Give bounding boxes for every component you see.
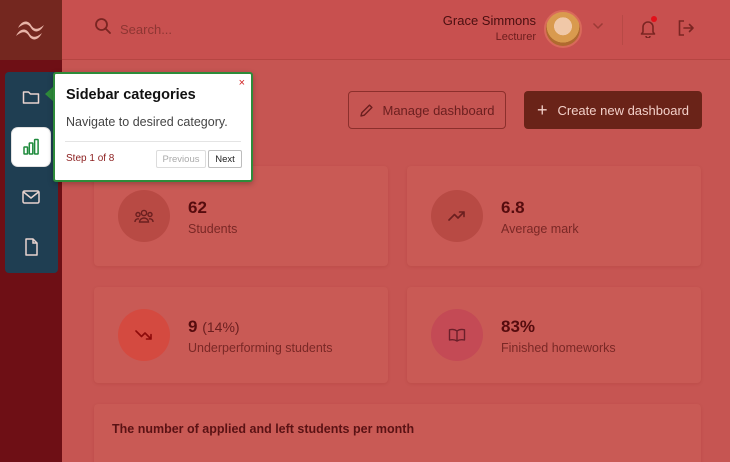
stat-icon-bg	[118, 190, 170, 242]
search-input[interactable]	[120, 18, 320, 40]
close-icon[interactable]: ×	[239, 77, 245, 89]
manage-dashboard-label: Manage dashboard	[382, 102, 495, 118]
pencil-icon	[360, 103, 374, 117]
stat-card-underperforming: 9 (14%) Underperforming students	[94, 287, 388, 383]
sidebar-nav	[5, 72, 58, 273]
user-role: Lecturer	[495, 31, 536, 43]
stat-value: 6.8	[501, 198, 525, 217]
stat-label: Finished homeworks	[501, 341, 616, 355]
plus-icon: +	[536, 100, 548, 120]
sidebar-item-analytics[interactable]	[12, 128, 50, 166]
stat-value: 62	[188, 198, 207, 217]
tour-next-button[interactable]: Next	[208, 150, 242, 168]
stat-label: Average mark	[501, 222, 579, 236]
sidebar-item-mail[interactable]	[12, 178, 50, 216]
create-dashboard-button[interactable]: + Create new dashboard	[524, 91, 702, 129]
stat-icon-bg	[431, 309, 483, 361]
stat-card-homeworks: 83% Finished homeworks	[407, 287, 701, 383]
stat-value: 83%	[501, 317, 536, 336]
tour-title: Sidebar categories	[66, 87, 196, 103]
tour-popover: × Sidebar categories Navigate to desired…	[53, 72, 253, 182]
tailwind-wave-icon	[16, 21, 44, 40]
tour-step-counter: Step 1 of 8	[66, 153, 115, 164]
stat-icon-bg	[118, 309, 170, 361]
chart-title: The number of applied and left students …	[112, 422, 415, 436]
sidebar	[0, 0, 62, 462]
notification-badge	[651, 16, 657, 22]
trending-down-icon	[135, 330, 152, 340]
file-icon	[24, 238, 38, 256]
stat-value: 9 (14%)	[188, 317, 240, 336]
main-content: Grace Simmons Lecturer Manage dashboard …	[62, 0, 730, 462]
manage-dashboard-button[interactable]: Manage dashboard	[348, 91, 506, 129]
folder-icon	[22, 91, 40, 104]
header-divider	[622, 15, 623, 45]
tour-description: Navigate to desired category.	[66, 115, 228, 129]
chart-panel: The number of applied and left students …	[94, 404, 701, 462]
create-dashboard-label: Create new dashboard	[557, 102, 690, 118]
logout-icon[interactable]	[677, 19, 695, 37]
mail-icon	[22, 190, 40, 204]
book-icon	[448, 328, 466, 342]
stat-icon-bg	[431, 190, 483, 242]
tour-divider	[65, 141, 241, 142]
stat-card-average-mark: 6.8 Average mark	[407, 166, 701, 266]
bar-chart-icon	[23, 138, 39, 155]
chevron-down-icon[interactable]	[592, 22, 604, 30]
search-icon	[95, 18, 111, 34]
sidebar-item-documents[interactable]	[12, 228, 50, 266]
top-bar: Grace Simmons Lecturer	[62, 0, 730, 60]
user-name: Grace Simmons	[442, 13, 536, 28]
users-icon	[134, 209, 154, 223]
logo[interactable]	[0, 0, 62, 60]
avatar[interactable]	[544, 10, 582, 48]
stat-label: Students	[188, 222, 238, 236]
trending-up-icon	[448, 211, 465, 221]
stat-label: Underperforming students	[188, 341, 333, 355]
tour-previous-button[interactable]: Previous	[156, 150, 206, 168]
